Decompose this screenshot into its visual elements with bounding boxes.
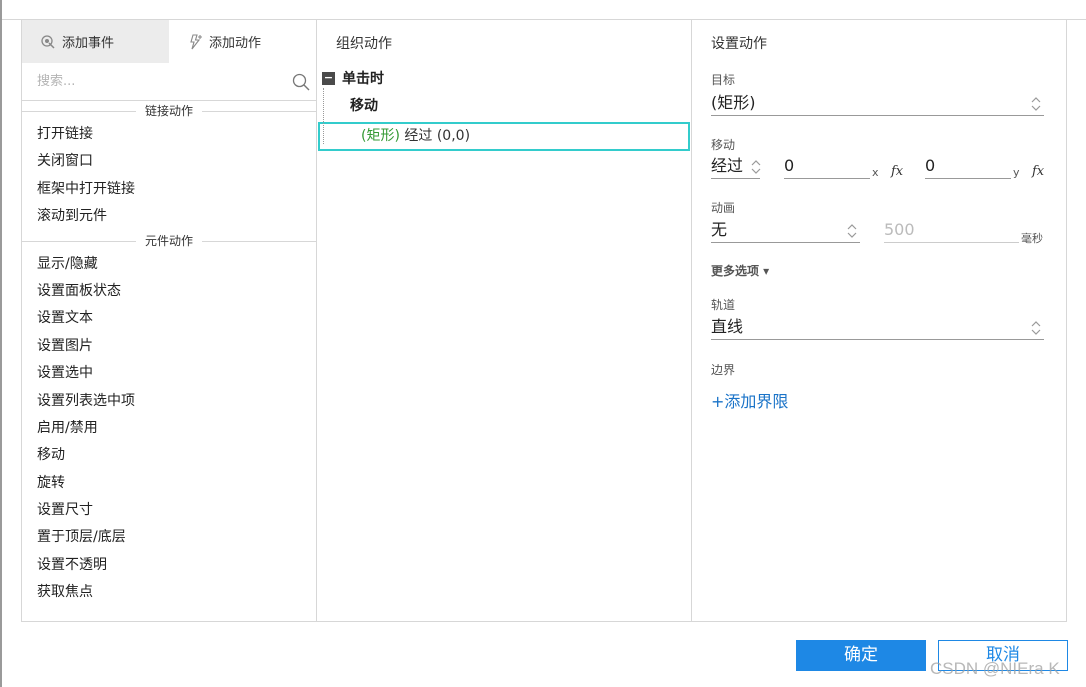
action-open-link-in-frame[interactable]: 框架中打开链接 [22, 176, 316, 203]
add-event-icon [40, 34, 56, 50]
y-fx-icon[interactable]: fx [1032, 164, 1044, 179]
tree-connector [323, 88, 324, 144]
y-input[interactable]: 0 [925, 155, 1011, 179]
organize-actions-panel: 组织动作 − 单击时 移动 (矩形) 经过 (0,0) [317, 20, 692, 622]
updown-arrows-icon [750, 158, 762, 176]
section-header-widget-actions: 元件动作 [22, 231, 316, 251]
organize-actions-title: 组织动作 [336, 36, 392, 52]
y-label: y [1013, 166, 1020, 179]
tab-add-event[interactable]: 添加事件 [22, 20, 169, 63]
ok-button[interactable]: 确定 [796, 640, 926, 671]
bounds-label: 边界 [711, 363, 736, 377]
event-node-onclick[interactable]: − 单击时 [317, 66, 691, 90]
duration-unit: 毫秒 [1021, 232, 1043, 245]
track-label: 轨道 [711, 298, 736, 312]
selected-action-row[interactable]: (矩形) 经过 (0,0) [318, 122, 690, 151]
x-fx-icon[interactable]: fx [891, 164, 903, 179]
configure-action-title: 设置动作 [711, 36, 767, 52]
target-label: 目标 [711, 73, 736, 87]
updown-arrows-icon [1030, 95, 1042, 113]
action-target-label: (矩形) [361, 128, 400, 144]
target-select[interactable]: (矩形) [711, 92, 1044, 116]
event-label: 单击时 [342, 71, 384, 87]
dialog-left-edge [0, 0, 2, 687]
updown-arrows-icon [1030, 319, 1042, 337]
x-label: x [872, 166, 879, 179]
collapse-icon[interactable]: − [322, 71, 335, 85]
animation-label: 动画 [711, 201, 736, 215]
x-input[interactable]: 0 [784, 155, 870, 179]
updown-arrows-icon [846, 222, 858, 240]
action-description: 经过 (0,0) [404, 128, 471, 144]
configure-action-panel: 设置动作 目标 (矩形) 移动 经过 0 x fx 0 y fx 动画 无 50… [692, 20, 1067, 622]
action-set-size[interactable]: 设置尺寸 [22, 497, 316, 524]
move-type-select[interactable]: 经过 [711, 155, 762, 179]
watermark: CSDN @NIEra K [930, 659, 1060, 678]
action-scroll-to-widget[interactable]: 滚动到元件 [22, 203, 316, 230]
action-tabs: 添加事件 添加动作 [22, 20, 316, 63]
action-rotate[interactable]: 旋转 [22, 470, 316, 497]
track-value: 直线 [711, 317, 744, 336]
animation-value: 无 [711, 220, 728, 239]
duration-input[interactable]: 500 [884, 219, 1019, 243]
tab-add-action-label: 添加动作 [209, 36, 262, 51]
action-set-image[interactable]: 设置图片 [22, 333, 316, 360]
search-input[interactable] [22, 63, 316, 100]
animation-select[interactable]: 无 [711, 219, 860, 243]
panel-bottom-border [21, 621, 1067, 622]
action-open-link[interactable]: 打开链接 [22, 121, 316, 148]
case-node-move[interactable]: 移动 [317, 90, 691, 122]
add-bounds-link[interactable]: +添加界限 [711, 388, 788, 412]
tab-add-event-label: 添加事件 [62, 36, 115, 51]
more-options-toggle[interactable]: 更多选项 ▾ [711, 262, 769, 279]
tab-add-action[interactable]: 添加动作 [169, 20, 316, 63]
add-action-icon [187, 33, 203, 50]
action-bring-to-front-back[interactable]: 置于顶层/底层 [22, 524, 316, 551]
action-set-panel-state[interactable]: 设置面板状态 [22, 278, 316, 305]
action-set-selected[interactable]: 设置选中 [22, 360, 316, 387]
action-tree: − 单击时 移动 (矩形) 经过 (0,0) [317, 66, 691, 151]
search-icon[interactable] [292, 73, 310, 91]
action-show-hide[interactable]: 显示/隐藏 [22, 251, 316, 278]
action-focus[interactable]: 获取焦点 [22, 579, 316, 599]
target-value: (矩形) [711, 93, 756, 112]
section-header-link-actions: 链接动作 [22, 101, 316, 121]
action-move[interactable]: 移动 [22, 442, 316, 469]
dialog-top-bar [0, 0, 1086, 20]
action-set-list-selection[interactable]: 设置列表选中项 [22, 388, 316, 415]
action-close-window[interactable]: 关闭窗口 [22, 148, 316, 175]
action-set-text[interactable]: 设置文本 [22, 305, 316, 332]
move-label: 移动 [711, 138, 736, 152]
move-type-value: 经过 [711, 156, 744, 175]
action-set-opacity[interactable]: 设置不透明 [22, 552, 316, 579]
action-enable-disable[interactable]: 启用/禁用 [22, 415, 316, 442]
action-search [22, 63, 316, 101]
track-select[interactable]: 直线 [711, 316, 1044, 340]
action-library-panel: 添加事件 添加动作 链接动作 打开链接 关闭窗口 框架中打开链接 滚动到元件 元… [21, 20, 317, 622]
